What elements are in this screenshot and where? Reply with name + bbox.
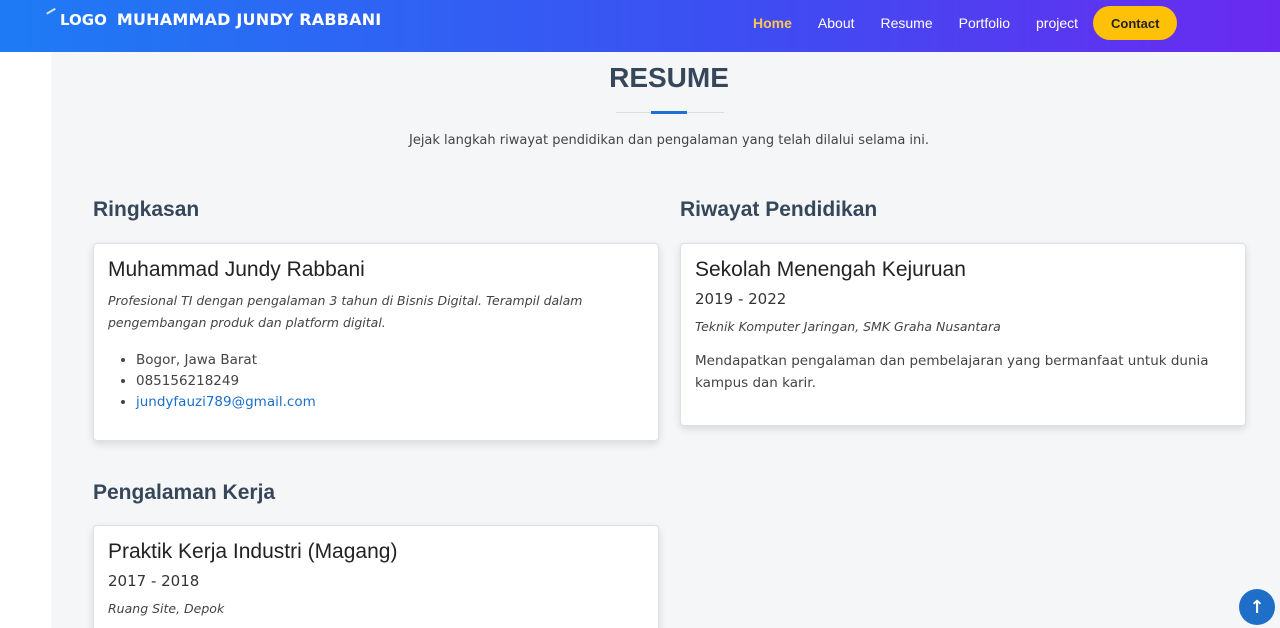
education-card: Sekolah Menengah Kejuruan 2019 - 2022 Te… (680, 243, 1246, 426)
education-desc: Mendapatkan pengalaman dan pembelajaran … (695, 350, 1231, 394)
education-heading: Riwayat Pendidikan (680, 198, 878, 221)
title-divider-accent (651, 111, 687, 114)
summary-name: Muhammad Jundy Rabbani (108, 258, 365, 281)
summary-heading: Ringkasan (93, 198, 200, 221)
nav-portfolio[interactable]: Portfolio (959, 15, 1010, 31)
summary-card: Muhammad Jundy Rabbani Profesional TI de… (93, 243, 659, 441)
brand[interactable]: LOGO MUHAMMAD JUNDY RABBANI (46, 7, 382, 29)
contact-list: Bogor, Jawa Barat 085156218249 jundyfauz… (108, 350, 644, 413)
phone-item: 085156218249 (136, 371, 644, 392)
experience-company: Ruang Site, Depok (108, 601, 225, 616)
education-period: 2019 - 2022 (695, 290, 787, 308)
section-subtitle: Jejak langkah riwayat pendidikan dan pen… (408, 133, 930, 148)
experience-period: 2017 - 2018 (108, 572, 200, 590)
education-desc-line2: kampus dan karir. (695, 375, 816, 391)
summary-bio-line2: pengembangan produk dan platform digital… (108, 315, 386, 330)
education-school: Sekolah Menengah Kejuruan (695, 258, 966, 281)
experience-card: Praktik Kerja Industri (Magang) 2017 - 2… (93, 525, 659, 628)
email-item: jundyfauzi789@gmail.com (136, 392, 644, 413)
nav-project[interactable]: project (1036, 15, 1078, 31)
summary-bio-line1: Profesional TI dengan pengalaman 3 tahun… (108, 293, 583, 308)
education-desc-line1: Mendapatkan pengalaman dan pembelajaran … (695, 353, 1209, 369)
education-major: Teknik Komputer Jaringan, SMK Graha Nusa… (695, 319, 1001, 334)
nav-resume[interactable]: Resume (881, 15, 933, 31)
site-header: LOGO MUHAMMAD JUNDY RABBANI Home About R… (0, 0, 1280, 52)
contact-button[interactable]: Contact (1093, 6, 1178, 40)
experience-role: Praktik Kerja Industri (Magang) (108, 540, 398, 563)
back-to-top-button[interactable]: ↑ (1239, 589, 1275, 625)
site-name[interactable]: MUHAMMAD JUNDY RABBANI (117, 10, 382, 29)
experience-heading: Pengalaman Kerja (93, 481, 276, 504)
resume-section: RESUME Jejak langkah riwayat pendidikan … (51, 52, 1280, 628)
logo-image[interactable]: LOGO (46, 7, 107, 29)
main-nav: Home About Resume Portfolio project Cont… (740, 0, 1190, 46)
nav-home[interactable]: Home (753, 15, 792, 31)
section-title: RESUME (609, 62, 729, 93)
nav-about[interactable]: About (818, 15, 855, 31)
email-link[interactable]: jundyfauzi789@gmail.com (136, 394, 316, 410)
location-item: Bogor, Jawa Barat (136, 350, 644, 371)
arrow-up-icon: ↑ (1249, 596, 1265, 618)
